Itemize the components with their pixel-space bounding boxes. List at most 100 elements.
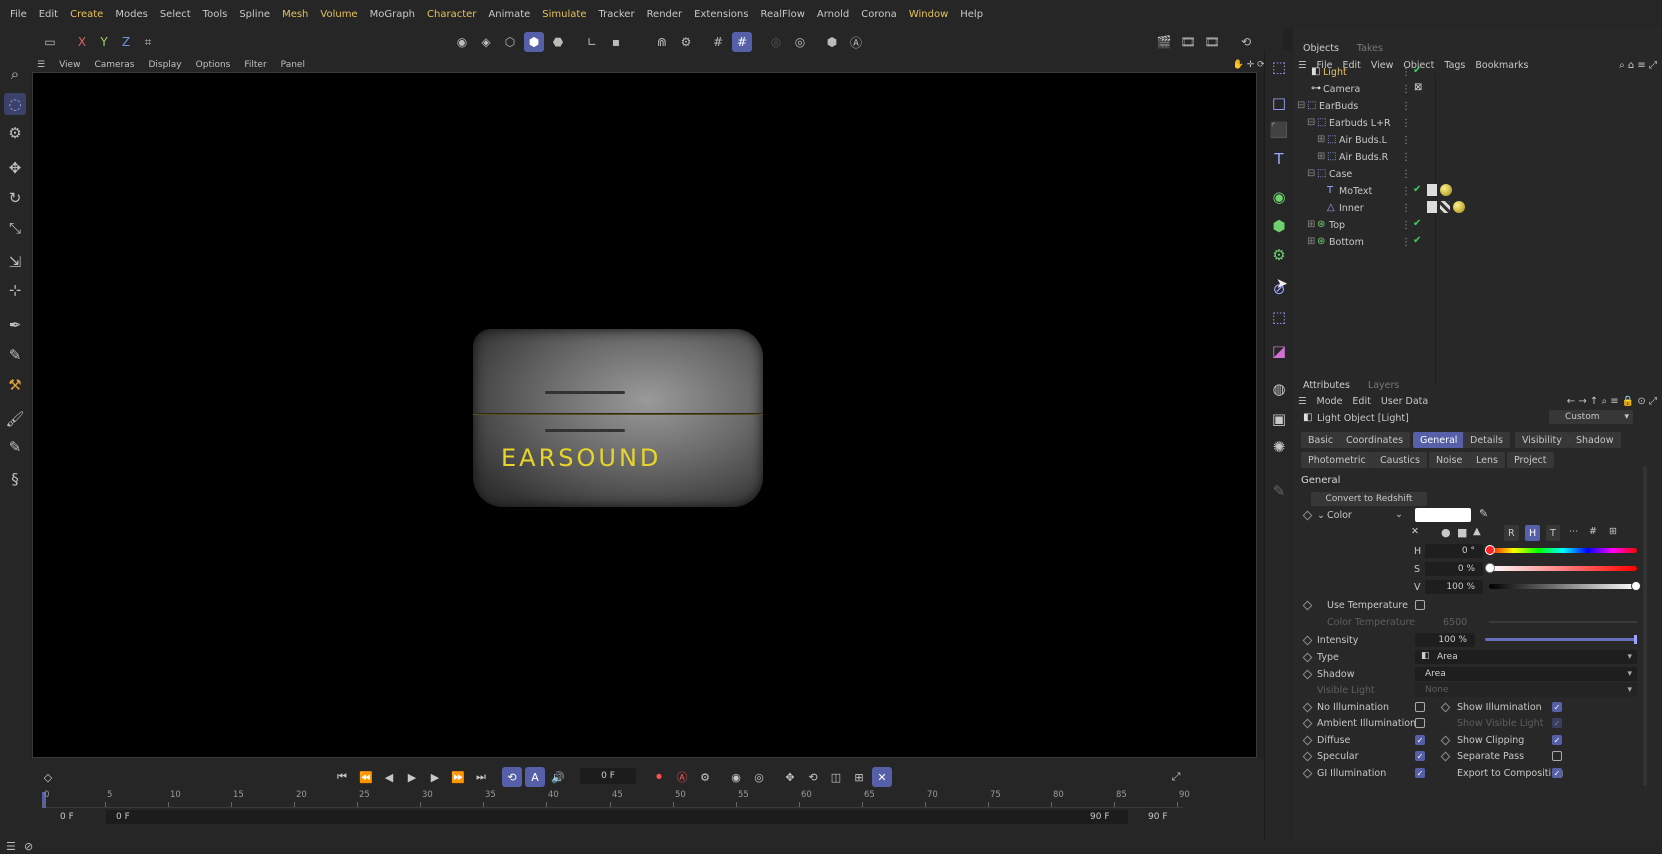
key-scale-icon[interactable]: ✥	[780, 767, 800, 787]
visibility-dots-icon[interactable]: ⋮	[1401, 186, 1411, 197]
snap-settings-icon[interactable]: ⚙	[676, 32, 696, 52]
polygons-mode-icon[interactable]: ⬡	[500, 32, 520, 52]
twist-icon[interactable]: §	[4, 468, 26, 490]
selection-settings-icon[interactable]: ⚙	[4, 122, 26, 144]
visibility-dots-icon[interactable]: ⋮	[1401, 84, 1411, 95]
attribute-menu-userdata[interactable]: User Data	[1376, 396, 1433, 407]
saturation-field[interactable]: 0 %	[1425, 562, 1483, 576]
next-frame-icon[interactable]: ▶	[425, 767, 445, 787]
play-icon[interactable]: ▶	[402, 767, 422, 787]
texture-tag-icon[interactable]	[1440, 201, 1450, 213]
layout-switch-icon[interactable]: ⟲	[1236, 32, 1256, 52]
enabled-check-icon[interactable]: ✔	[1413, 235, 1421, 246]
grid-icon[interactable]: #	[708, 32, 728, 52]
timeline-ruler[interactable]: 0 5 10 15 20 25 30 35 40 45 50 55 60 65 70 75 80 85 90	[42, 790, 1190, 808]
no-illumination-checkbox[interactable]	[1415, 702, 1425, 712]
key-rotation-icon[interactable]: ◎	[749, 767, 769, 787]
visible-light-dropdown[interactable]: None	[1415, 683, 1637, 697]
keyframe-diamond-icon[interactable]	[1302, 600, 1313, 611]
undo-icon[interactable]: ▭	[40, 32, 60, 52]
keyframe-diamond-icon[interactable]	[1440, 702, 1451, 713]
intensity-slider[interactable]	[1485, 635, 1637, 644]
key-pla-icon[interactable]: ◫	[826, 767, 846, 787]
color-temperature-slider[interactable]	[1489, 621, 1637, 623]
menu-mesh[interactable]: Mesh	[276, 9, 314, 20]
object-row-motext[interactable]: T MoText ⋮ ✔	[1293, 184, 1662, 201]
swatches-icon[interactable]: ⊞	[1609, 526, 1617, 537]
transform-icon[interactable]: ⇲	[4, 251, 26, 273]
color-temperature-value[interactable]: 6500	[1443, 617, 1467, 628]
visibility-dots-icon[interactable]: ⋮	[1401, 203, 1411, 214]
expand-icon[interactable]: ⊞	[1317, 151, 1325, 162]
scale-icon[interactable]: ⤡	[4, 217, 26, 239]
edges-mode-icon[interactable]: ◈	[476, 32, 496, 52]
edit-tool-icon[interactable]: ✎	[1268, 480, 1290, 502]
hue-slider-knob[interactable]	[1485, 545, 1495, 555]
eyedropper-icon[interactable]: ✎	[1479, 507, 1488, 520]
spectrum-icon[interactable]: ■	[1457, 526, 1467, 539]
next-key-icon[interactable]: ⏩	[448, 767, 468, 787]
object-row-earbuds-lr[interactable]: ⊟ ⬚ Earbuds L+R ⋮	[1293, 116, 1662, 133]
menu-simulate[interactable]: Simulate	[536, 9, 592, 20]
menu-render[interactable]: Render	[641, 9, 689, 20]
field-icon[interactable]: ⬚	[1268, 306, 1290, 328]
coordinate-system-icon[interactable]: ⌗	[138, 32, 158, 52]
menu-help[interactable]: Help	[954, 9, 989, 20]
live-selection-icon[interactable]: ◌	[4, 93, 26, 115]
key-param-icon[interactable]: ⟲	[803, 767, 823, 787]
keyframe-diamond-icon[interactable]	[1302, 718, 1313, 729]
spline-pen-icon[interactable]: ✒	[4, 314, 26, 336]
hue-field[interactable]: 0 °	[1425, 544, 1483, 558]
menu-select[interactable]: Select	[154, 9, 197, 20]
lod-icon[interactable]: ◎	[790, 32, 810, 52]
visibility-dots-icon[interactable]: ⋮	[1401, 220, 1411, 231]
model-mode-icon[interactable]: ⬢	[524, 32, 544, 52]
menu-character[interactable]: Character	[421, 9, 482, 20]
value-field[interactable]: 100 %	[1425, 580, 1483, 594]
axis-x-lock[interactable]: X	[72, 32, 92, 52]
color-mixer-icon[interactable]: ⋯	[1569, 526, 1579, 537]
sculpt-icon[interactable]: ✎	[4, 436, 26, 458]
viewport-menu-panel[interactable]: Panel	[274, 60, 312, 70]
menu-extensions[interactable]: Extensions	[688, 9, 754, 20]
visibility-dots-icon[interactable]: ⋮	[1401, 152, 1411, 163]
menu-arnold[interactable]: Arnold	[811, 9, 855, 20]
tab-noise[interactable]: Noise	[1429, 452, 1470, 468]
range-start-field[interactable]: 0 F	[60, 812, 74, 822]
viewport-menu-filter[interactable]: Filter	[237, 60, 273, 70]
preset-dropdown[interactable]: Custom ▾	[1549, 410, 1633, 424]
color-mode-temperature[interactable]: T	[1546, 525, 1560, 541]
keyframe-diamond-icon[interactable]	[1302, 652, 1313, 663]
tab-details[interactable]: Details	[1463, 432, 1510, 448]
prev-frame-icon[interactable]: ◀	[379, 767, 399, 787]
color-expand-icon[interactable]: ⌄	[1317, 510, 1325, 521]
effector-icon[interactable]: ⚙	[1268, 244, 1290, 266]
visibility-dots-icon[interactable]: ⋮	[1401, 237, 1411, 248]
shadow-dropdown[interactable]: Area	[1415, 667, 1637, 681]
menu-edit[interactable]: Edit	[33, 9, 64, 20]
prev-key-icon[interactable]: ⏪	[356, 767, 376, 787]
keyframe-diamond-icon[interactable]	[1302, 702, 1313, 713]
color-wheel-icon[interactable]: ●	[1441, 526, 1451, 539]
menu-modes[interactable]: Modes	[109, 9, 153, 20]
menu-window[interactable]: Window	[903, 9, 954, 20]
tab-visibility[interactable]: Visibility	[1515, 432, 1569, 448]
enabled-check-icon[interactable]: ✔	[1413, 184, 1421, 195]
scheme-icon[interactable]: ✕	[872, 767, 892, 787]
specular-checkbox[interactable]: ✓	[1415, 751, 1425, 761]
keyframe-diamond-icon[interactable]	[1440, 751, 1451, 762]
expand-icon[interactable]: ⊞	[1307, 219, 1315, 230]
solo-icon[interactable]: ▪	[606, 32, 626, 52]
goto-start-icon[interactable]: ⏮	[332, 767, 352, 787]
tab-shadow[interactable]: Shadow	[1569, 432, 1621, 448]
tab-coordinates[interactable]: Coordinates	[1339, 432, 1411, 448]
visibility-dots-icon[interactable]: ⋮	[1401, 169, 1411, 180]
object-row-airbuds-r[interactable]: ⊞ ⬚ Air Buds.R ⋮	[1293, 150, 1662, 167]
menu-mograph[interactable]: MoGraph	[364, 9, 421, 20]
snap-icon[interactable]: ⋒	[652, 32, 672, 52]
arnold-icon[interactable]: Ⓐ	[846, 32, 866, 52]
rotate-icon[interactable]: ↻	[4, 187, 26, 209]
playback-rate-icon[interactable]: A	[525, 767, 545, 787]
color-mode-hsv[interactable]: H	[1525, 525, 1541, 541]
menu-file[interactable]: File	[4, 9, 33, 20]
